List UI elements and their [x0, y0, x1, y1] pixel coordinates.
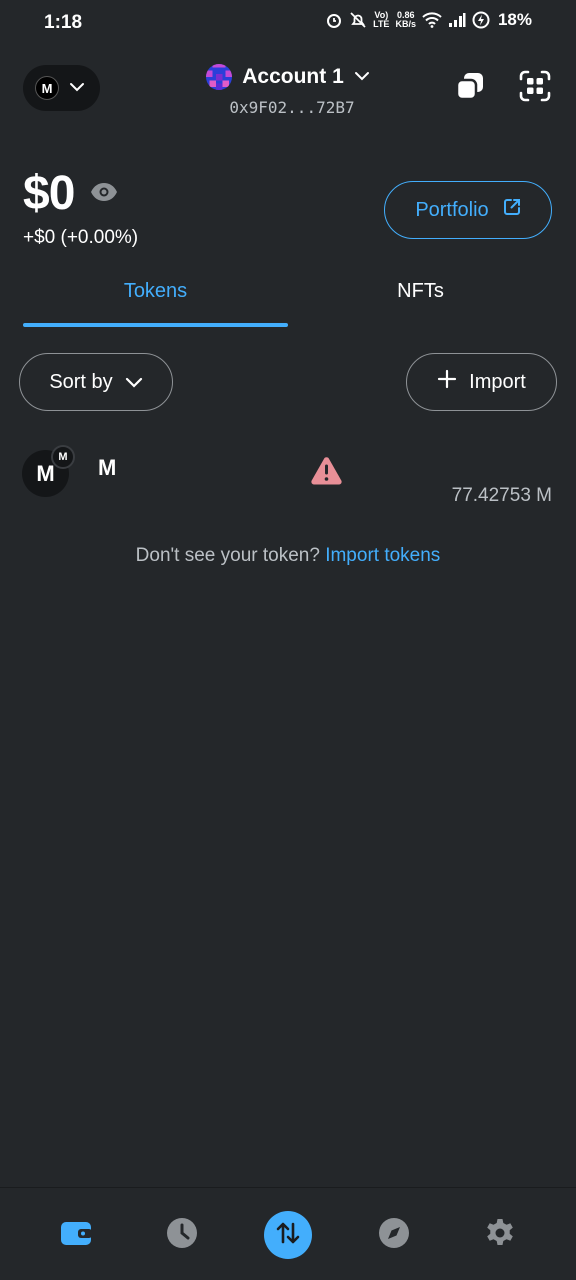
- eye-icon[interactable]: [90, 181, 118, 208]
- plus-icon: [437, 369, 457, 395]
- token-amount: 77.42753 M: [451, 485, 552, 506]
- copy-button[interactable]: [450, 68, 490, 108]
- portfolio-label: Portfolio: [415, 198, 489, 221]
- token-network-badge: M: [51, 445, 75, 469]
- nav-wallet[interactable]: [52, 1212, 100, 1258]
- import-button[interactable]: Import: [406, 353, 557, 411]
- network-speed: 0.86 KB/s: [395, 10, 416, 29]
- balance-change: +$0 (+0.00%): [23, 227, 139, 248]
- portfolio-button[interactable]: Portfolio: [384, 181, 552, 239]
- nav-settings[interactable]: [476, 1212, 524, 1258]
- account-avatar: [206, 64, 233, 90]
- account-name: Account 1: [242, 65, 344, 88]
- compass-icon: [378, 1217, 410, 1254]
- alarm-icon: [325, 11, 343, 29]
- total-balance: $0: [23, 167, 75, 220]
- volte-indicator: Vo) LTE: [373, 10, 390, 29]
- chevron-down-icon: [354, 68, 370, 86]
- signal-icon: [448, 12, 466, 28]
- copy-icon: [454, 70, 486, 107]
- wallet-icon: [60, 1219, 92, 1252]
- muted-bell-icon: [349, 11, 367, 29]
- wifi-icon: [422, 12, 442, 28]
- battery-charging-icon: [472, 11, 490, 29]
- swap-icon: [275, 1220, 301, 1251]
- status-icons: Vo) LTE 0.86 KB/s 18%: [325, 10, 532, 30]
- import-hint-text: Don't see your token?: [135, 545, 320, 566]
- chevron-down-icon: [125, 371, 143, 394]
- token-name[interactable]: M: [98, 455, 116, 481]
- nav-explore[interactable]: [370, 1212, 418, 1258]
- nav-swap[interactable]: [264, 1211, 312, 1259]
- tab-tokens[interactable]: Tokens: [23, 280, 288, 303]
- qr-scan-icon: [518, 69, 552, 108]
- import-label: Import: [469, 370, 526, 393]
- nav-activity[interactable]: [158, 1212, 206, 1258]
- sort-by-label: Sort by: [49, 370, 113, 393]
- status-time: 1:18: [44, 12, 83, 33]
- clock-icon: [166, 1217, 198, 1254]
- import-tokens-hint: Don't see your token? Import tokens: [0, 545, 576, 567]
- sort-by-button[interactable]: Sort by: [19, 353, 173, 411]
- account-address[interactable]: 0x9F02...72B7: [229, 98, 354, 117]
- active-tab-indicator: [23, 323, 288, 327]
- import-tokens-link[interactable]: Import tokens: [325, 545, 440, 566]
- gear-icon: [484, 1217, 516, 1254]
- warning-icon[interactable]: [310, 456, 343, 491]
- external-link-icon: [503, 198, 521, 222]
- scan-qr-button[interactable]: [515, 68, 555, 108]
- tab-nfts[interactable]: NFTs: [288, 280, 553, 303]
- battery-percent: 18%: [497, 10, 532, 29]
